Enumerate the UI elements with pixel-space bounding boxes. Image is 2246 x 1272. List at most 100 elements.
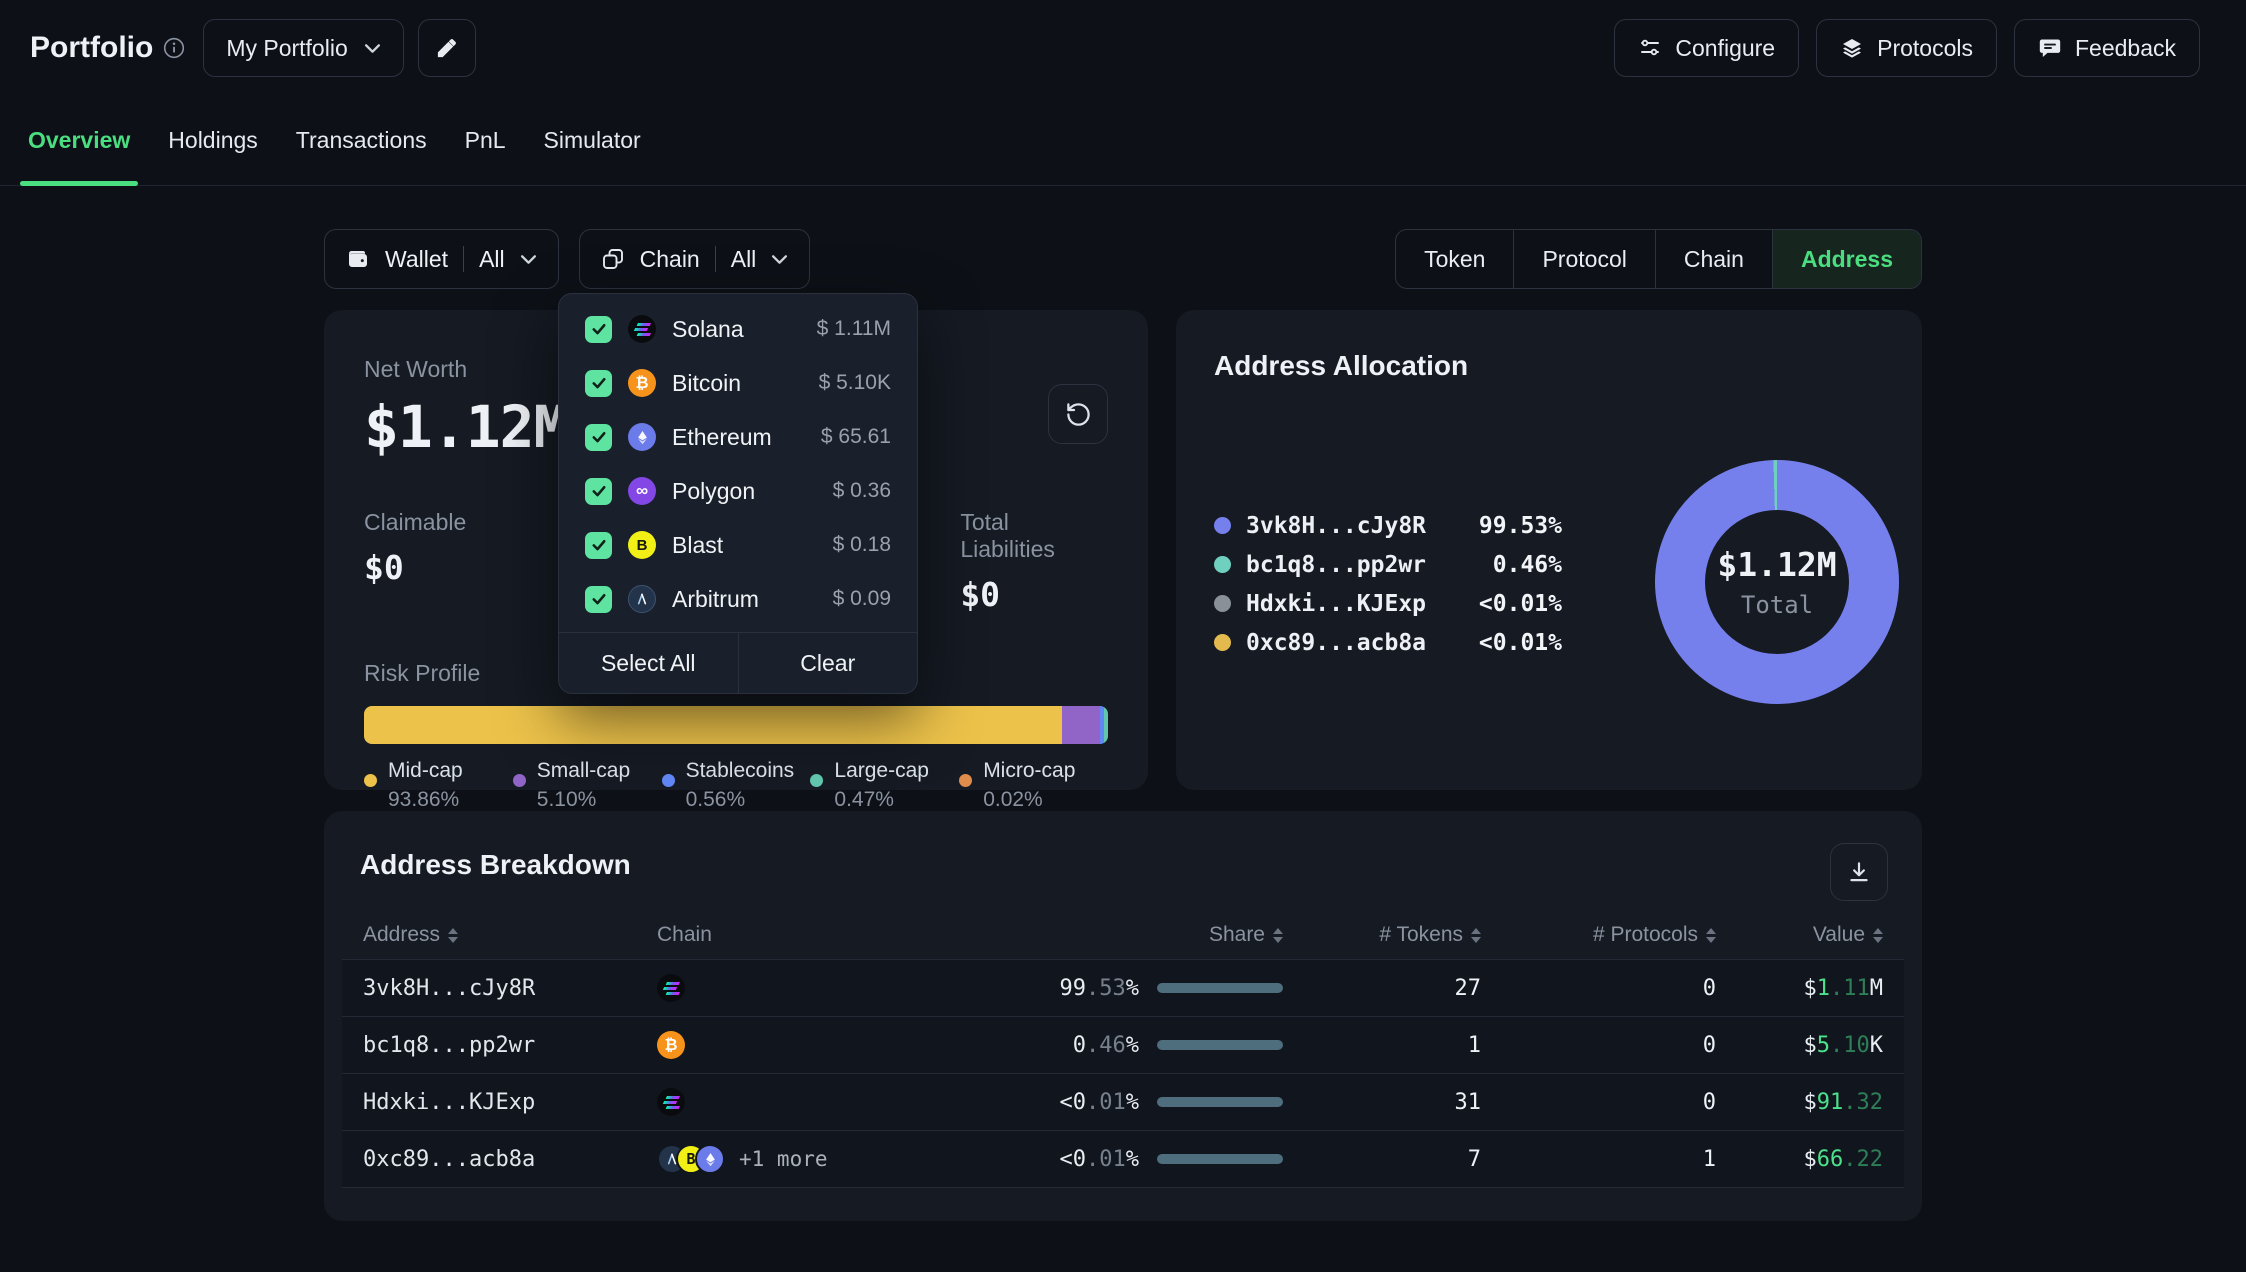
row-tokens: 7 xyxy=(1283,1147,1481,1172)
donut-total-value: $1.12M xyxy=(1717,545,1836,584)
legend-pct: 5.10% xyxy=(537,788,630,812)
protocols-button[interactable]: Protocols xyxy=(1816,19,1997,77)
column-header-value[interactable]: Value xyxy=(1716,923,1883,947)
select-all-button[interactable]: Select All xyxy=(559,633,738,693)
edit-portfolio-button[interactable] xyxy=(418,19,476,77)
chain-option-value: $ 0.09 xyxy=(833,587,891,611)
risk-legend-item: Large-cap 0.47% xyxy=(810,759,959,812)
row-share: <0.01% xyxy=(1003,1147,1283,1172)
risk-segment-small-cap xyxy=(1062,706,1100,744)
value-int: 1 xyxy=(1817,976,1830,1001)
column-label: # Tokens xyxy=(1379,923,1463,947)
row-share: <0.01% xyxy=(1003,1090,1283,1115)
chain-option-polygon[interactable]: ∞ Polygon $ 0.36 xyxy=(559,464,917,518)
view-toggle-token[interactable]: Token xyxy=(1396,230,1513,288)
column-header-protocols[interactable]: # Protocols xyxy=(1481,923,1716,947)
checkbox-checked[interactable] xyxy=(585,586,612,613)
tab-transactions-label: Transactions xyxy=(296,127,427,154)
legend-pct: 0.56% xyxy=(686,788,795,812)
tab-simulator[interactable]: Simulator xyxy=(538,96,647,185)
table-row[interactable]: 0xc89...acb8a B +1 mo xyxy=(342,1130,1904,1188)
legend-name: Mid-cap xyxy=(388,759,463,783)
legend-address: Hdxki...KJExp xyxy=(1246,591,1426,617)
arbitrum-icon xyxy=(628,585,656,613)
chain-option-arbitrum[interactable]: Arbitrum $ 0.09 xyxy=(559,572,917,626)
clear-button[interactable]: Clear xyxy=(738,633,918,693)
row-address: 3vk8H...cJy8R xyxy=(363,976,657,1001)
tab-pnl[interactable]: PnL xyxy=(459,96,512,185)
chain-option-blast[interactable]: B Blast $ 0.18 xyxy=(559,518,917,572)
column-label: Address xyxy=(363,923,440,947)
feedback-button[interactable]: Feedback xyxy=(2014,19,2200,77)
sort-icon xyxy=(448,928,458,943)
checkbox-checked[interactable] xyxy=(585,370,612,397)
ethereum-icon xyxy=(695,1144,725,1174)
column-label: Share xyxy=(1209,923,1265,947)
view-toggle-protocol[interactable]: Protocol xyxy=(1513,230,1654,288)
solana-icon xyxy=(657,1088,685,1116)
risk-segment-mid-cap xyxy=(364,706,1062,744)
risk-profile-bar xyxy=(364,706,1108,744)
row-value: $ 1.11M xyxy=(1716,976,1883,1001)
legend-dot xyxy=(1214,634,1231,651)
tab-holdings[interactable]: Holdings xyxy=(162,96,264,185)
download-button[interactable] xyxy=(1830,843,1888,901)
page-title: Portfolio xyxy=(30,31,153,65)
configure-button[interactable]: Configure xyxy=(1614,19,1799,77)
column-header-address[interactable]: Address xyxy=(363,923,657,947)
more-chains-label: +1 more xyxy=(739,1147,828,1171)
table-row[interactable]: Hdxki...KJExp <0.01% 31 0 $ 91.32 xyxy=(342,1073,1904,1130)
refresh-button[interactable] xyxy=(1048,384,1108,444)
chain-option-value: $ 0.36 xyxy=(833,479,891,503)
view-toggle-chain[interactable]: Chain xyxy=(1655,230,1772,288)
checkbox-checked[interactable] xyxy=(585,478,612,505)
portfolio-selector[interactable]: My Portfolio xyxy=(203,19,403,77)
share-bar xyxy=(1157,983,1283,993)
share-sign: % xyxy=(1126,1147,1139,1172)
checkbox-checked[interactable] xyxy=(585,316,612,343)
legend-name: Large-cap xyxy=(834,759,929,783)
wallet-filter-button[interactable]: Wallet All xyxy=(324,229,559,289)
legend-pct: 93.86% xyxy=(388,788,463,812)
table-row[interactable]: 3vk8H...cJy8R 99.53% 27 0 $ 1.11M xyxy=(342,959,1904,1016)
table-row[interactable]: bc1q8...pp2wr ₿ 0.46% 1 0 $ 5.10K xyxy=(342,1016,1904,1073)
row-address: Hdxki...KJExp xyxy=(363,1090,657,1115)
feedback-label: Feedback xyxy=(2075,35,2176,62)
chain-option-solana[interactable]: Solana $ 1.11M xyxy=(559,302,917,356)
share-int: <0 xyxy=(1060,1090,1087,1115)
checkbox-checked[interactable] xyxy=(585,532,612,559)
view-toggle-address-label: Address xyxy=(1801,246,1893,273)
risk-legend-item: Small-cap 5.10% xyxy=(513,759,662,812)
sort-icon xyxy=(1471,928,1481,943)
address-allocation-card: Address Allocation 3vk8H...cJy8R 99.53% … xyxy=(1176,310,1922,790)
tab-transactions[interactable]: Transactions xyxy=(290,96,433,185)
chain-option-bitcoin[interactable]: ₿ Bitcoin $ 5.10K xyxy=(559,356,917,410)
download-icon xyxy=(1846,859,1872,885)
column-header-share[interactable]: Share xyxy=(1003,923,1283,947)
allocation-legend-item: bc1q8...pp2wr 0.46% xyxy=(1214,545,1562,584)
legend-address: bc1q8...pp2wr xyxy=(1246,552,1426,578)
tab-overview-label: Overview xyxy=(28,127,130,154)
risk-legend-item: Mid-cap 93.86% xyxy=(364,759,513,812)
tab-overview[interactable]: Overview xyxy=(22,96,136,185)
value-prefix: $ xyxy=(1804,976,1817,1001)
chain-option-ethereum[interactable]: Ethereum $ 65.61 xyxy=(559,410,917,464)
donut-total-label: Total xyxy=(1741,591,1813,619)
chain-filter-button[interactable]: Chain All xyxy=(579,229,811,289)
checkbox-checked[interactable] xyxy=(585,424,612,451)
layers-icon xyxy=(1840,36,1864,60)
legend-pct: <0.01% xyxy=(1479,591,1562,617)
chain-option-name: Solana xyxy=(672,316,744,343)
configure-icon xyxy=(1638,36,1662,60)
column-label: Value xyxy=(1813,923,1865,947)
row-protocols: 0 xyxy=(1481,1033,1716,1058)
ethereum-icon xyxy=(628,423,656,451)
legend-pct: 0.47% xyxy=(834,788,929,812)
allocation-legend-item: 3vk8H...cJy8R 99.53% xyxy=(1214,506,1562,545)
column-header-chain: Chain xyxy=(657,923,1003,947)
chain-filter-label: Chain xyxy=(640,246,700,273)
filter-row: Wallet All Chain All Token xyxy=(324,229,1922,289)
view-toggle-address[interactable]: Address xyxy=(1772,230,1921,288)
info-icon[interactable] xyxy=(163,37,185,59)
column-header-tokens[interactable]: # Tokens xyxy=(1283,923,1481,947)
